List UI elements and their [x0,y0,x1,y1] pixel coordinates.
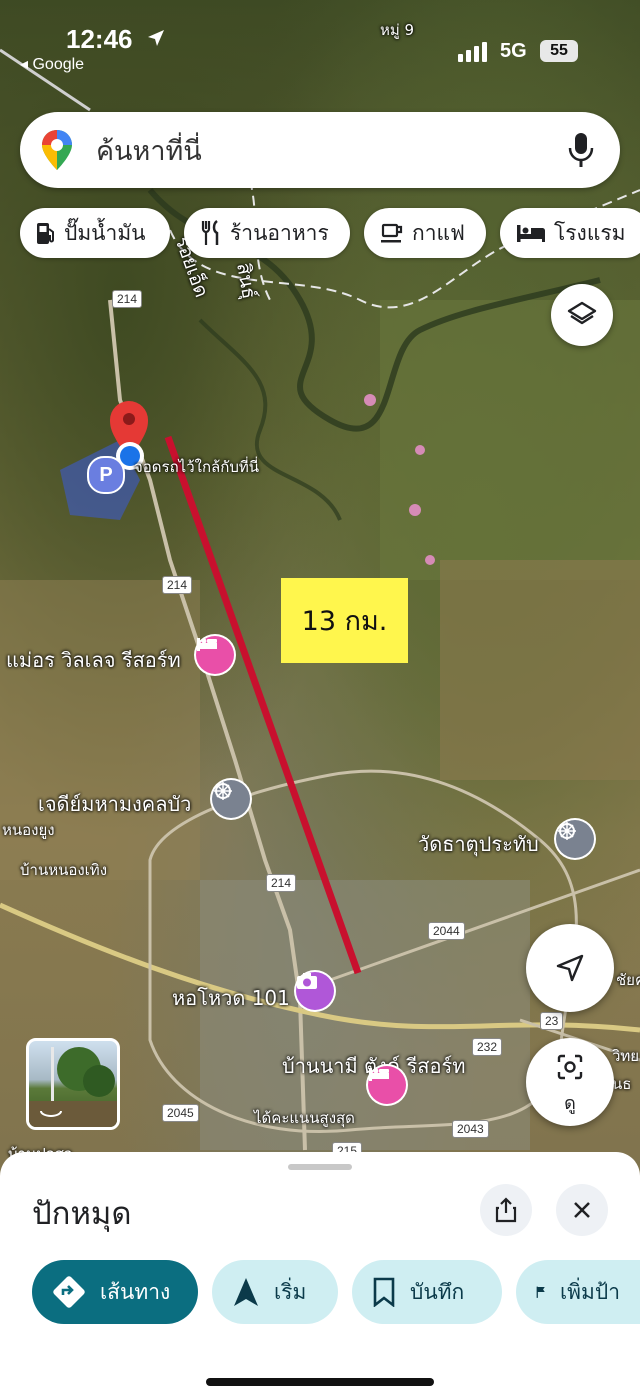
distance-label: 13 กม. [281,578,408,663]
camera-icon[interactable] [296,972,334,1010]
temple-icon[interactable] [556,820,594,858]
flag-icon [536,1286,545,1298]
navigation-arrow-icon [556,954,584,982]
network-type: 5G [500,40,527,62]
place-label[interactable]: แม่อร วิลเลจ รีสอร์ท [6,644,181,676]
parking-label: จอดรถไว้ใกล้กับที่นี่ [134,458,259,476]
restaurant-icon [201,220,219,245]
signal-icon [458,42,487,62]
chip-label: ปั๊มน้ำมัน [64,220,146,245]
action-label: เส้นทาง [100,1279,171,1304]
chip-label: ร้านอาหาร [230,220,329,245]
hotel-icon[interactable] [368,1066,406,1104]
my-location-button[interactable] [526,924,614,1012]
place-subtitle: ได้คะแนนสูงสุด [254,1109,355,1127]
share-button[interactable] [480,1184,532,1236]
microphone-icon[interactable] [568,132,594,168]
area-label: ชัยค [616,971,640,989]
layers-icon [567,301,597,325]
road-shield: 214 [162,576,193,594]
close-button[interactable] [556,1184,608,1236]
directions-button[interactable]: เส้นทาง [32,1260,198,1324]
status-bar: 12:46 ◂ Google 5G 55 [0,0,640,80]
add-label-button[interactable]: เพิ่มป้า [516,1260,640,1324]
search-input[interactable] [94,130,538,172]
place-label[interactable]: เจดีย์มหามงคลบัว [38,788,191,820]
clock: 12:46 [66,24,133,54]
hotel-icon [517,225,545,242]
temple-icon[interactable] [212,780,250,818]
google-lens-icon [557,1054,583,1080]
action-label: บันทึก [410,1279,465,1304]
chip-label: โรงแรม [554,220,626,245]
coffee-icon [381,223,403,243]
road-shield: 23 [540,1012,564,1030]
hotel-icon[interactable] [196,636,234,674]
location-arrow-icon [148,30,164,46]
area-label: นธ [612,1075,632,1093]
chip-coffee[interactable]: กาแฟ [364,208,486,258]
sheet-drag-handle[interactable] [288,1164,352,1170]
action-label: เพิ่มป้า [560,1279,620,1304]
river-label-sin: สินธุ์ [232,261,261,301]
gas-station-icon [37,223,54,244]
lens-button[interactable]: ดู [526,1038,614,1126]
place-bottom-sheet[interactable]: ปักหมุด เส้นทาง เริ่ม บันทึก เพิ่มป้า [0,1152,640,1391]
area-label: หนองยูง [2,821,55,839]
street-view-thumbnail[interactable] [26,1038,120,1130]
place-label[interactable]: หอโหวด 101 [172,982,290,1014]
action-label: เริ่ม [274,1279,307,1304]
home-indicator [206,1378,434,1386]
place-label[interactable]: วัดธาตุประทับ [418,828,539,860]
close-icon [574,1202,590,1218]
sheet-title: ปักหมุด [32,1196,132,1232]
street-view-preview [29,1047,117,1127]
start-button[interactable]: เริ่ม [212,1260,338,1324]
area-label: บ้านหนองเทิง [20,861,108,879]
road-shield: 2043 [452,1120,489,1138]
lens-label: ดู [564,1093,576,1114]
road-shield: 2044 [428,922,465,940]
google-maps-pin-icon [42,130,72,170]
share-icon [495,1197,517,1223]
chip-label: กาแฟ [412,220,465,245]
save-button[interactable]: บันทึก [352,1260,502,1324]
chip-restaurant[interactable]: ร้านอาหาร [184,208,350,258]
road-shield: 2045 [162,1104,199,1122]
road-shield: 214 [266,874,297,892]
road-shield: 232 [472,1038,503,1056]
bookmark-icon [373,1277,395,1307]
search-bar[interactable] [20,112,620,188]
chip-hotel[interactable]: โรงแรม [500,208,640,258]
back-to-app-link[interactable]: ◂ Google [20,54,84,74]
directions-icon [53,1276,85,1308]
chip-gas-station[interactable]: ปั๊มน้ำมัน [20,208,170,258]
battery-indicator: 55 [540,40,578,62]
parking-icon[interactable]: P [87,456,125,494]
road-shield: 214 [112,290,143,308]
navigation-icon [234,1278,258,1306]
area-label: วิทย [612,1047,640,1065]
layers-button[interactable] [551,284,613,346]
